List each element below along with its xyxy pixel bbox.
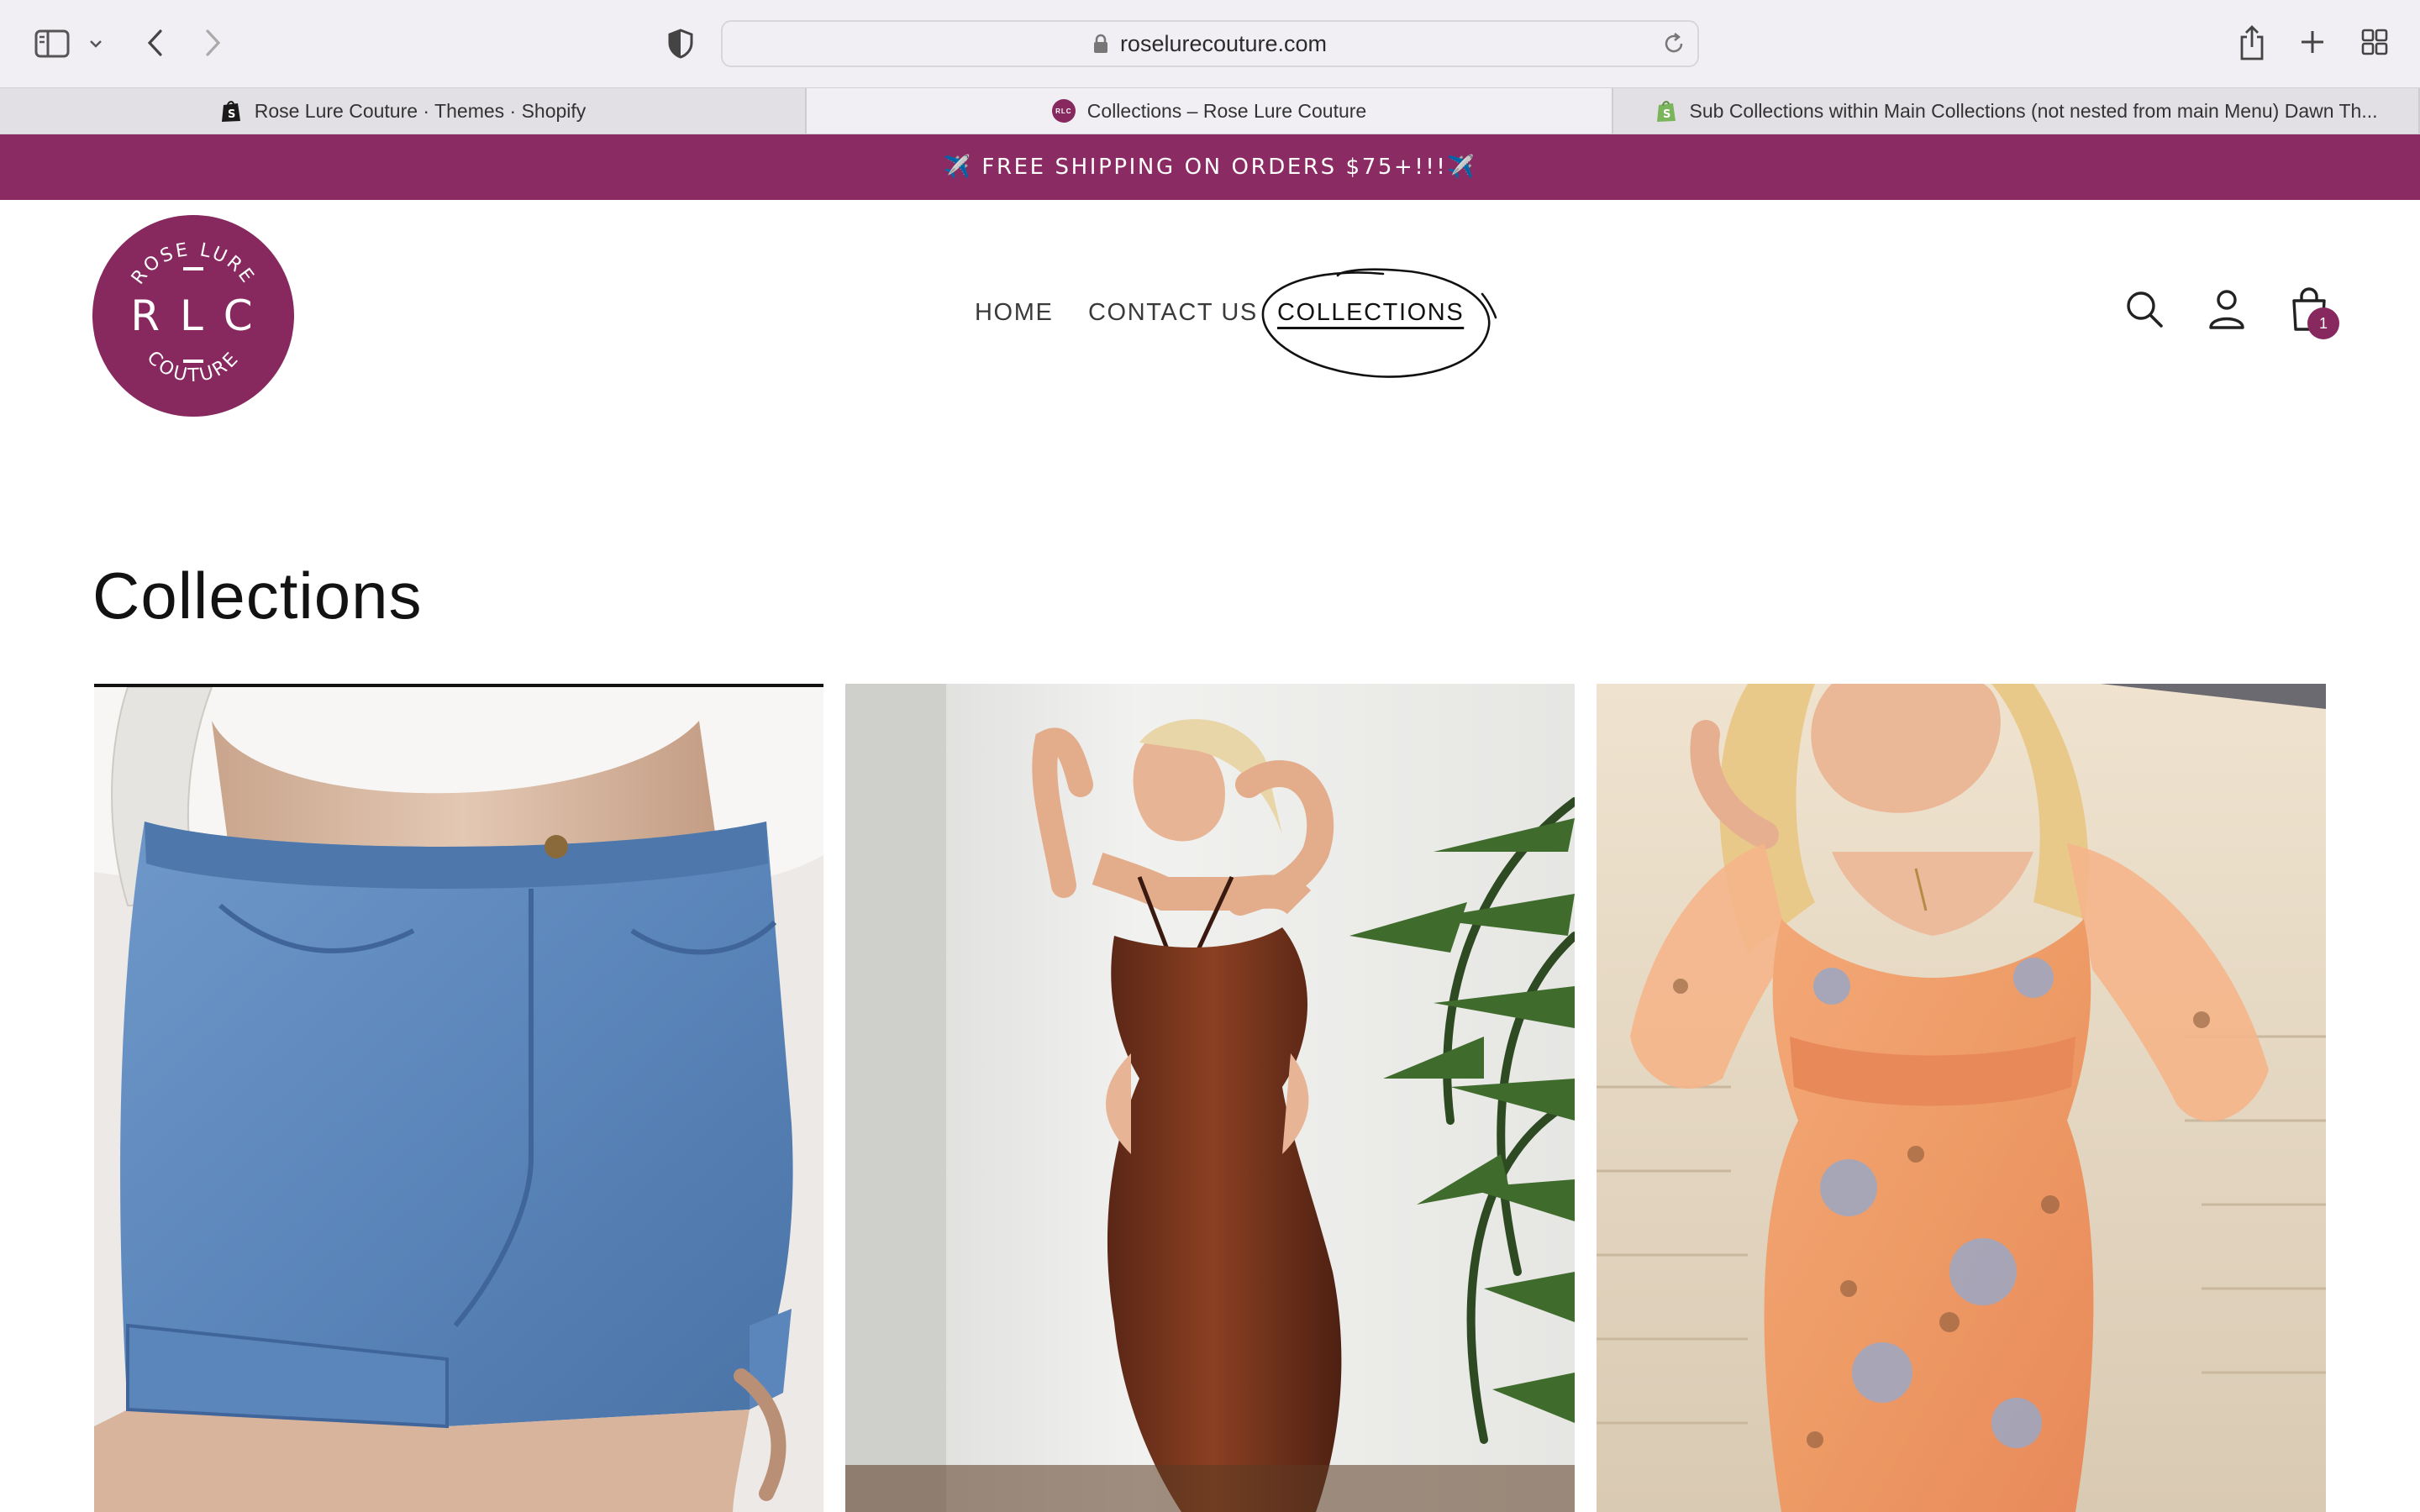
chevron-down-icon[interactable]: [86, 32, 106, 55]
tab-label: Rose Lure Couture · Themes · Shopify: [254, 99, 587, 122]
url-text: roselurecouture.com: [1119, 30, 1328, 56]
shopify-bag-icon: S: [1655, 99, 1678, 123]
brown-halter-dress-photo: [845, 684, 1575, 1512]
nav-home[interactable]: HOME: [975, 299, 1053, 327]
tab-label: Sub Collections within Main Collections …: [1689, 99, 2378, 122]
shield-icon[interactable]: [662, 25, 699, 62]
sidebar-icon[interactable]: [32, 25, 72, 62]
tab-collections[interactable]: RLC Collections – Rose Lure Couture: [807, 88, 1613, 134]
logo-top-text: ROSE LURE: [128, 239, 259, 289]
svg-text:S: S: [228, 108, 235, 121]
svg-text:S: S: [1663, 108, 1670, 121]
tab-label: Collections – Rose Lure Couture: [1086, 99, 1367, 122]
rlc-logo-icon: RLC: [1051, 99, 1076, 123]
collection-card[interactable]: [94, 684, 823, 1512]
reload-icon[interactable]: [1662, 32, 1686, 55]
browser-toolbar: roselurecouture.com: [0, 0, 2420, 87]
logo-monogram: R L C: [130, 291, 255, 340]
denim-shorts-photo: [94, 687, 823, 1512]
page-title: Collections: [92, 559, 423, 633]
shopify-bag-icon: S: [219, 99, 243, 123]
tab-community-thread[interactable]: S Sub Collections within Main Collection…: [1613, 88, 2420, 134]
tab-shopify-themes[interactable]: S Rose Lure Couture · Themes · Shopify: [0, 88, 807, 134]
store-header: ROSE LURE R L C COUTURE HOME CONTACT US …: [0, 200, 2420, 428]
back-icon[interactable]: [138, 24, 171, 62]
forward-icon[interactable]: [197, 24, 230, 62]
share-icon[interactable]: [2235, 22, 2269, 64]
nav-contact-us[interactable]: CONTACT US: [1088, 299, 1258, 327]
store-logo[interactable]: ROSE LURE R L C COUTURE: [92, 215, 294, 417]
hand-drawn-circle-annotation: [1261, 268, 1497, 378]
lock-icon: [1093, 34, 1107, 53]
tab-overview-icon[interactable]: [2358, 25, 2391, 59]
logo-bottom-text: COUTURE: [143, 347, 245, 386]
new-tab-icon[interactable]: [2296, 25, 2329, 59]
account-icon[interactable]: [2202, 284, 2252, 334]
floral-orange-dress-photo: [1597, 684, 2326, 1512]
address-bar[interactable]: roselurecouture.com: [721, 20, 1699, 67]
cart-count-badge: 1: [2307, 307, 2339, 339]
collection-card[interactable]: [1597, 684, 2326, 1512]
search-icon[interactable]: [2119, 284, 2170, 334]
announcement-bar: ✈️ FREE SHIPPING ON ORDERS $75+!!!✈️: [0, 134, 2420, 200]
collection-card[interactable]: [845, 684, 1575, 1512]
announcement-text: ✈️ FREE SHIPPING ON ORDERS $75+!!!✈️: [943, 155, 1477, 180]
tab-bar: S Rose Lure Couture · Themes · Shopify R…: [0, 87, 2420, 134]
